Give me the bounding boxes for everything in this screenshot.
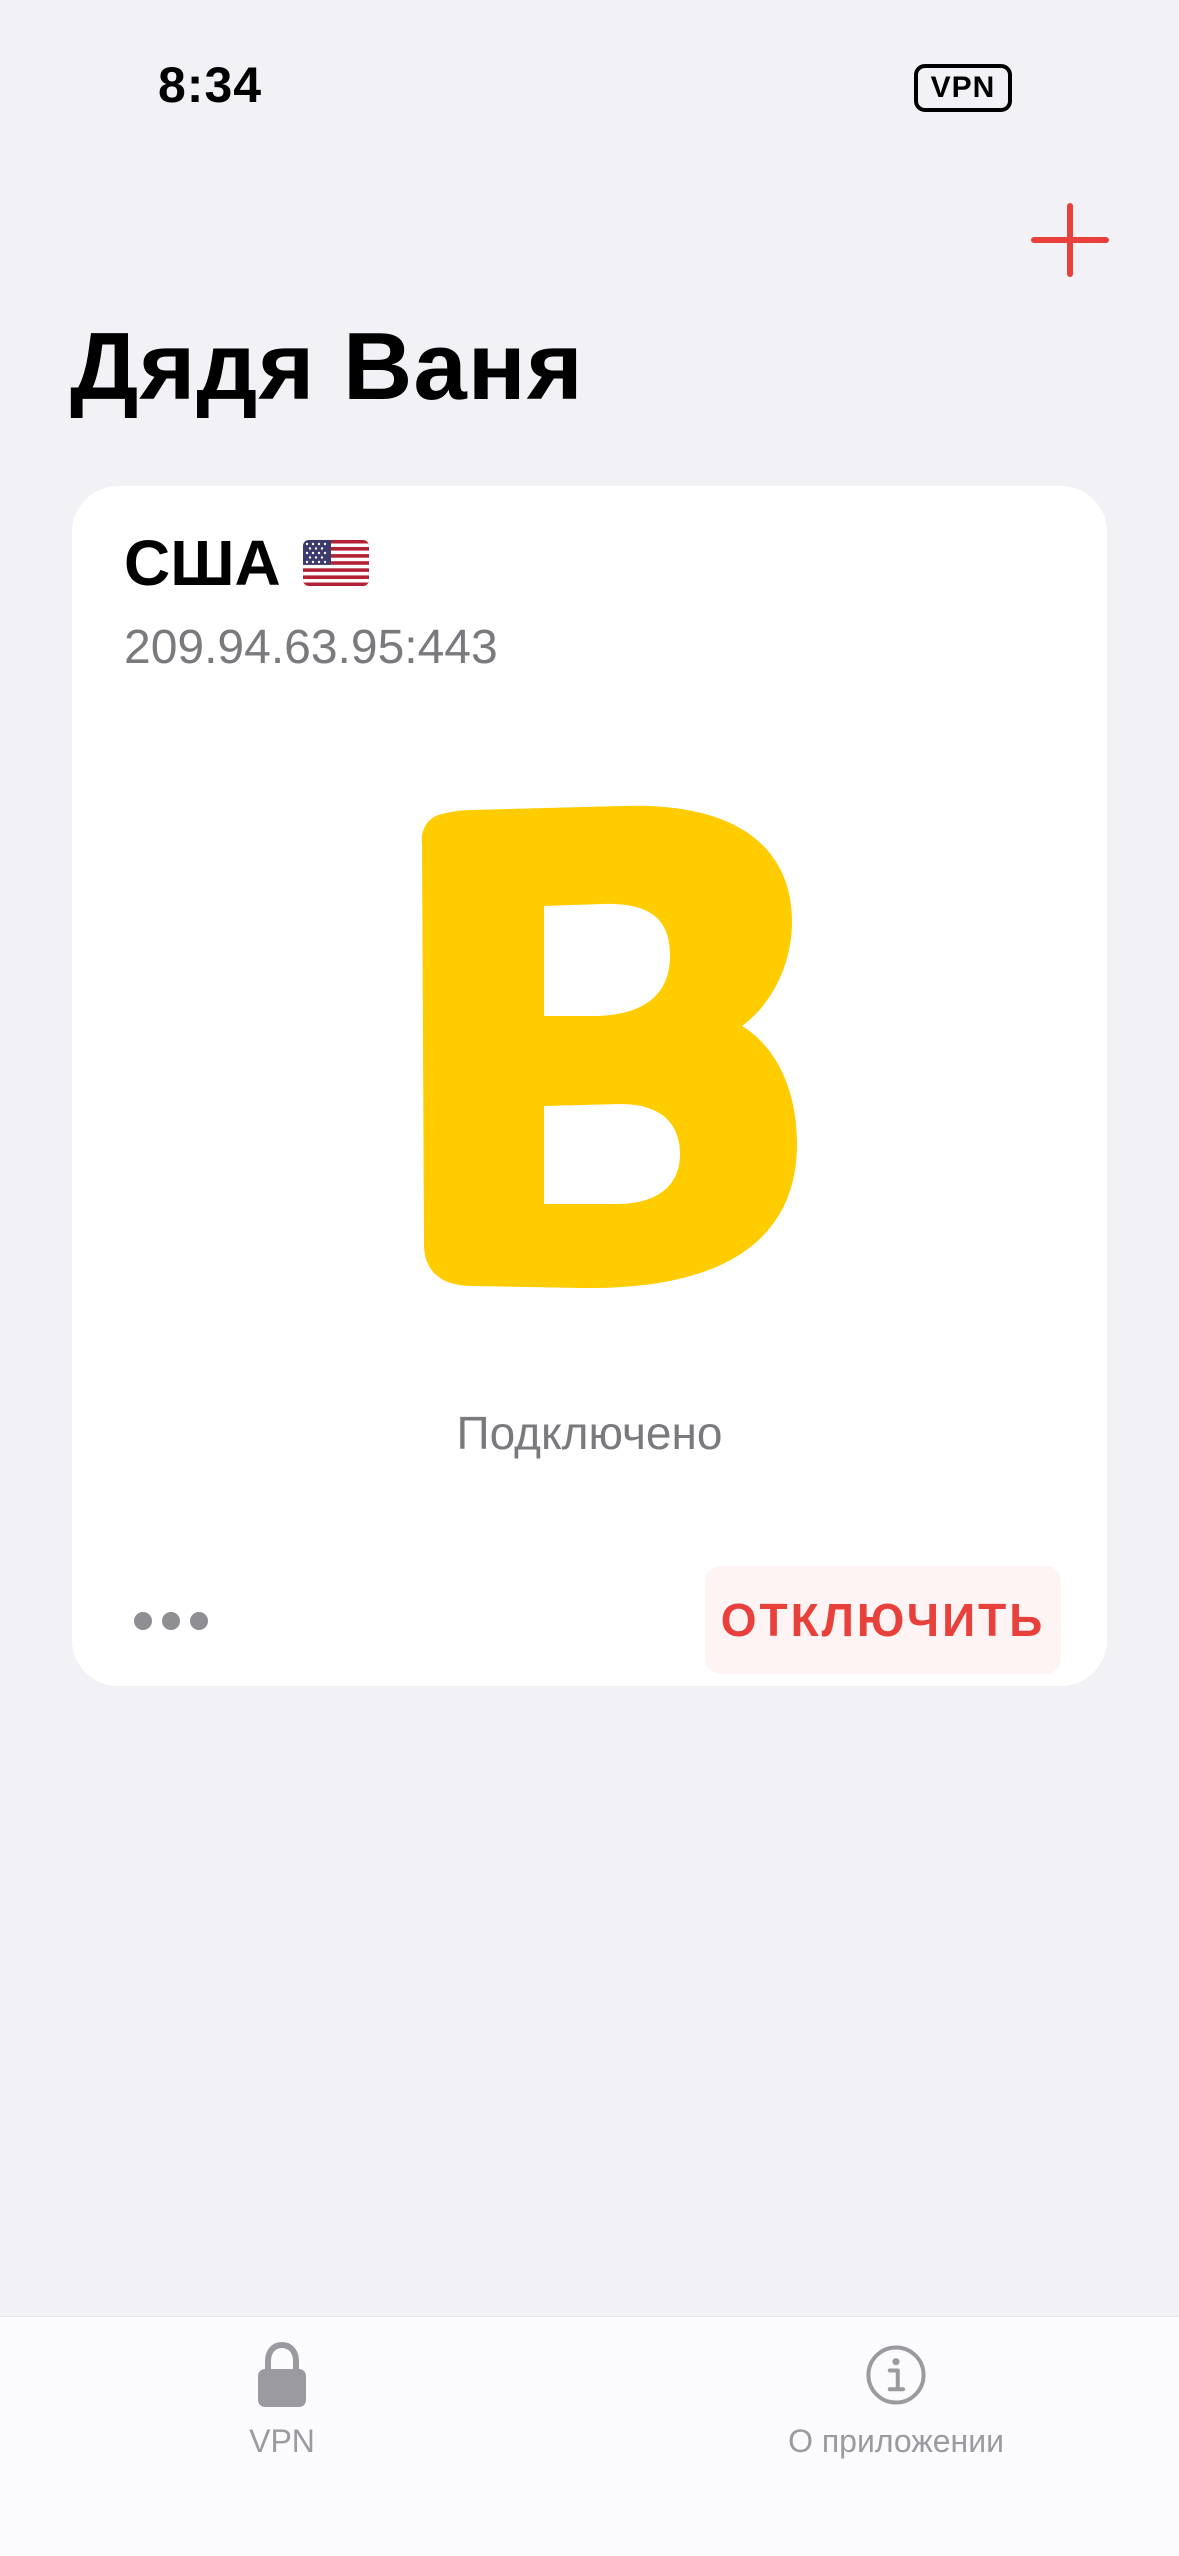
screen: 8:34 VPN Дядя Ваня США 209.94.63.95:443 … — [0, 0, 1179, 2556]
server-name: США — [124, 527, 281, 599]
server-card: США 209.94.63.95:443 Подключено ОТКЛЮЧИТ… — [72, 486, 1107, 1686]
tab-vpn[interactable]: VPN — [182, 2317, 382, 2556]
us-flag-icon — [302, 540, 369, 586]
disconnect-button[interactable]: ОТКЛЮЧИТЬ — [705, 1566, 1061, 1674]
vpn-status-badge: VPN — [914, 64, 1012, 112]
lock-icon — [258, 2341, 306, 2407]
ellipsis-icon — [134, 1612, 152, 1630]
tab-bar: VPN О приложении — [0, 2316, 1179, 2556]
page-title: Дядя Ваня — [70, 313, 584, 420]
connection-status: Подключено — [456, 1407, 723, 1459]
server-address: 209.94.63.95:443 — [124, 621, 498, 674]
status-time: 8:34 — [158, 57, 263, 113]
info-icon — [866, 2345, 926, 2405]
b-logo-icon — [421, 805, 797, 1289]
server-name-row: США — [124, 526, 369, 600]
add-server-button[interactable] — [1030, 200, 1110, 280]
tab-about-label: О приложении — [788, 2423, 1004, 2459]
tab-about[interactable]: О приложении — [746, 2317, 1046, 2556]
more-options-button[interactable] — [134, 1596, 244, 1646]
tab-vpn-label: VPN — [249, 2423, 315, 2459]
plus-icon — [1031, 203, 1109, 277]
